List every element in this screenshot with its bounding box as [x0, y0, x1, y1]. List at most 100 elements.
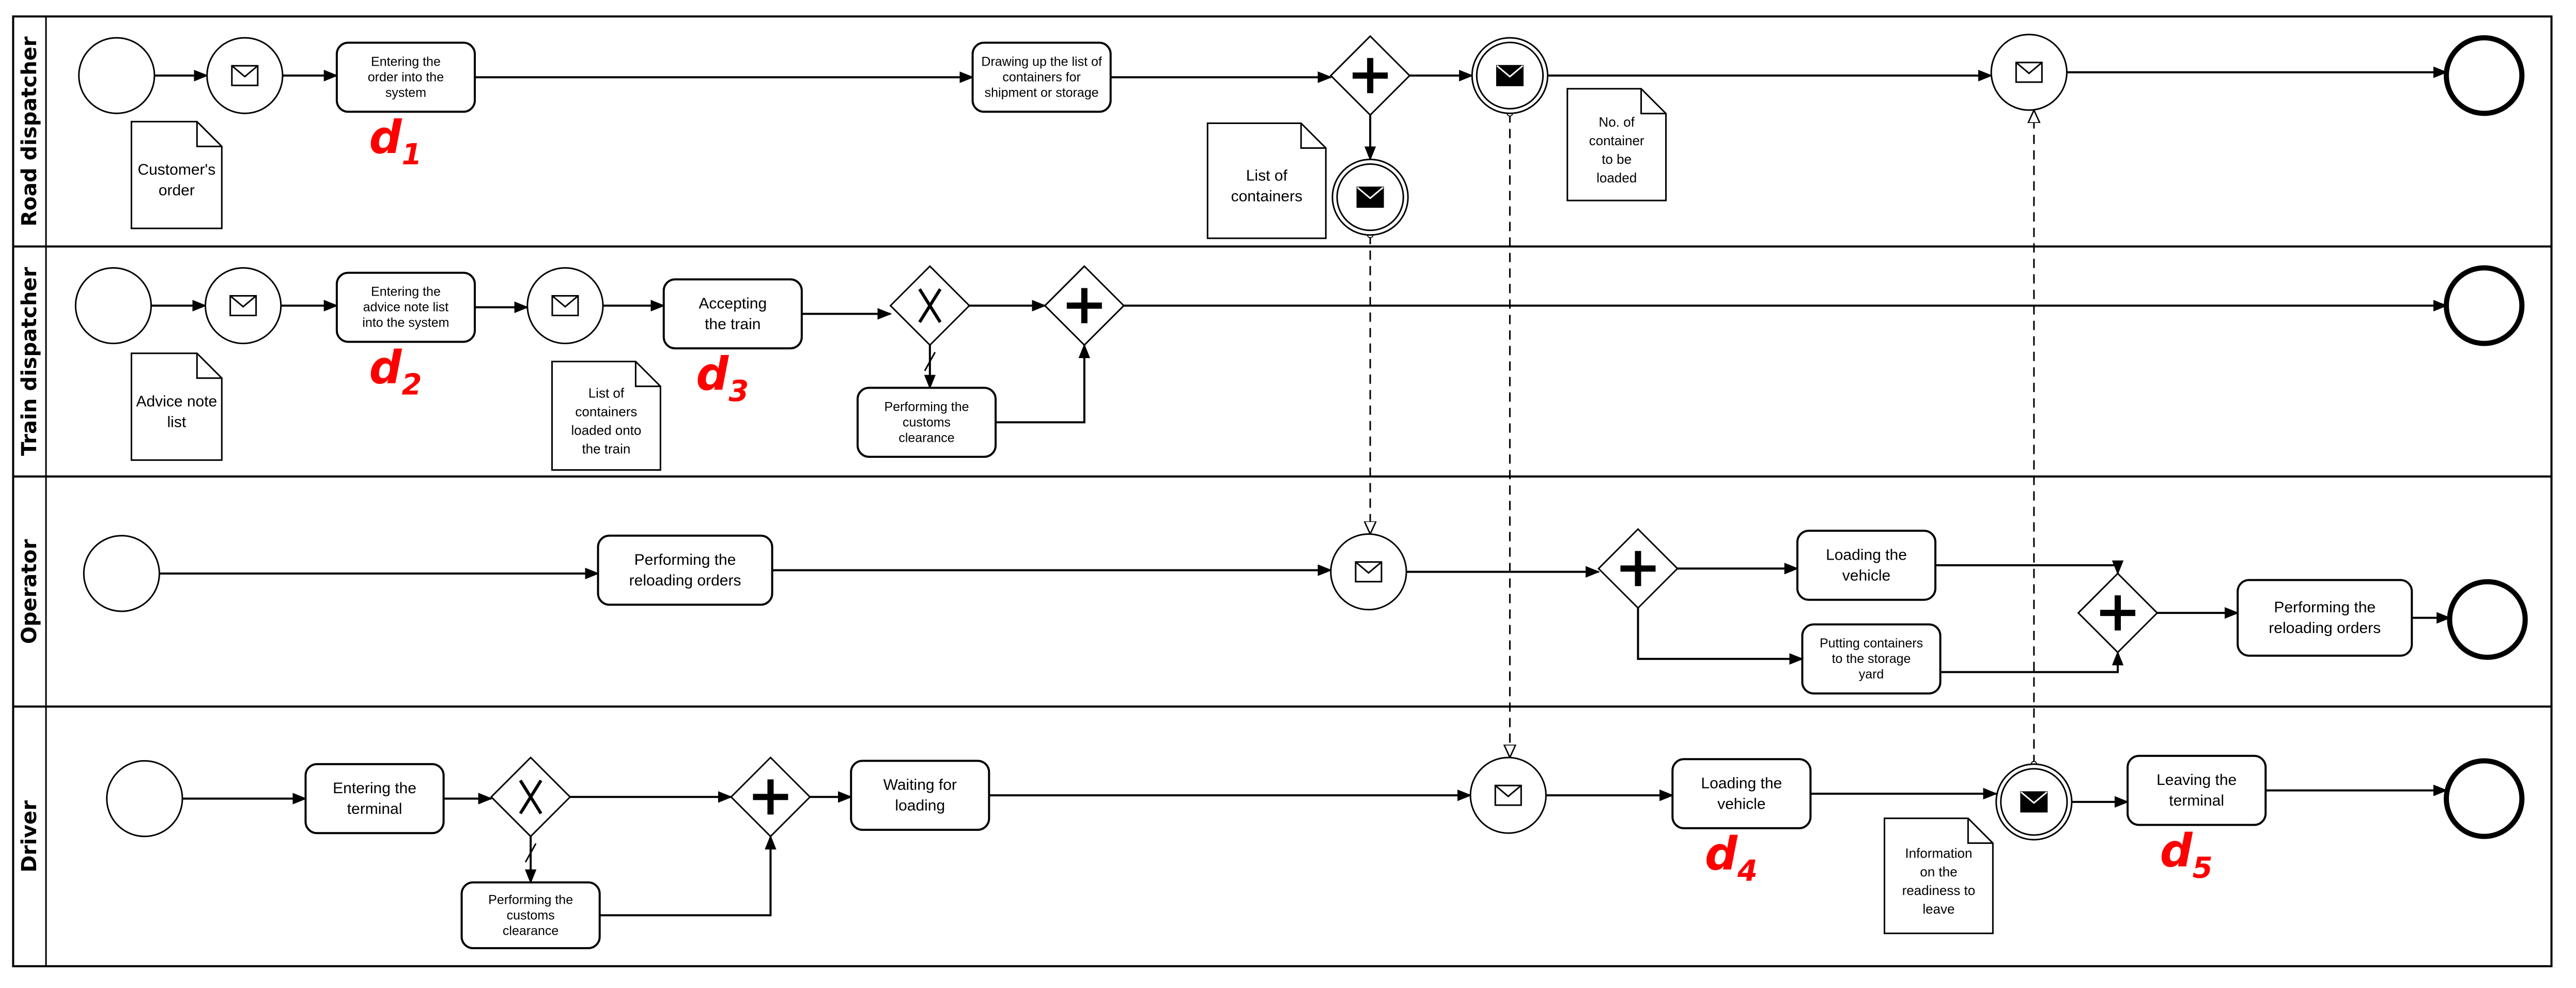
start-event-circle[interactable] — [83, 535, 160, 612]
task-label: clearance — [503, 923, 558, 938]
data-object-label: Advice note — [136, 393, 217, 410]
task-t_t1[interactable]: Entering theadvice note listinto the sys… — [335, 271, 476, 343]
end-event-circle[interactable] — [2444, 35, 2525, 116]
task-label: Accepting — [699, 295, 767, 312]
task-box[interactable] — [2237, 579, 2413, 657]
task-t_o1[interactable]: Performing the reloading orders — [597, 534, 773, 606]
event-e_d_throw1[interactable] — [1995, 763, 2073, 841]
data-object-n_r1[interactable]: Customer's order — [130, 120, 223, 229]
event-e_d_start[interactable] — [106, 760, 183, 838]
task-t_t2[interactable]: Accepting the train — [662, 278, 803, 350]
event-e_r_start[interactable] — [78, 37, 156, 114]
task-label: Waiting for — [883, 777, 957, 794]
event-e_d_end[interactable] — [2444, 758, 2525, 839]
task-t_r1[interactable]: Entering theorder into thesystem — [335, 41, 476, 113]
data-object-n_t2[interactable]: List of containers loaded onto the train — [551, 361, 661, 471]
event-e_r_throw1[interactable] — [1471, 37, 1549, 114]
lane-border — [12, 475, 2553, 708]
task-t_d1[interactable]: Entering the terminal — [304, 763, 445, 835]
task-label: shipment or storage — [985, 85, 1099, 100]
event-e_t_msg1[interactable] — [205, 267, 282, 345]
task-t_o2[interactable]: Loading the vehicle — [1796, 530, 1937, 601]
task-box[interactable] — [1796, 530, 1937, 601]
lane-operator: Operator — [12, 475, 2553, 708]
data-object-n_d1[interactable]: Information on the readiness to leave — [1883, 817, 1994, 934]
data-object-n_t1[interactable]: Advice note list — [130, 352, 223, 461]
task-label: Entering the — [371, 54, 441, 69]
event-e_r_end[interactable] — [2444, 35, 2525, 116]
d-marker-base: d — [369, 341, 402, 394]
data-object-label: to be — [1602, 151, 1632, 167]
plus-icon-h — [1620, 565, 1656, 572]
data-object-label: Customer's — [137, 161, 215, 178]
data-object-n_r3[interactable]: No. of container to be loaded — [1566, 88, 1667, 202]
task-box[interactable] — [662, 278, 803, 350]
task-label: customs — [507, 908, 555, 922]
lane-label: Train dispatcher — [18, 267, 41, 456]
event-e_r_msg1[interactable] — [206, 37, 284, 114]
task-box[interactable] — [850, 760, 990, 831]
task-label: into the system — [362, 316, 449, 330]
task-box[interactable] — [2127, 754, 2267, 826]
task-label: system — [385, 85, 426, 100]
task-t_d2[interactable]: Performing thecustomsclearance — [460, 881, 601, 949]
task-label: terminal — [347, 800, 402, 817]
data-object-label: order — [159, 182, 195, 199]
task-t_t3[interactable]: Performing thecustomsclearance — [856, 387, 997, 458]
task-label: loading — [895, 797, 945, 814]
task-label: Performing the — [2274, 599, 2376, 616]
task-t_o3[interactable]: Putting containersto the storageyard — [1801, 623, 1942, 694]
d-marker-subscript: 1 — [401, 138, 422, 172]
data-object-n_r2[interactable]: List of containers — [1206, 122, 1327, 239]
task-label: Performing the — [488, 892, 573, 907]
task-t_o4[interactable]: Performing the reloading orders — [2237, 579, 2413, 657]
event-e_d_msg1[interactable] — [1469, 757, 1547, 834]
task-t_r2[interactable]: Drawing up the list ofcontainers forship… — [971, 41, 1112, 113]
lane-label: Driver — [18, 800, 41, 873]
start-event-circle[interactable] — [74, 267, 152, 345]
task-label: yard — [1859, 667, 1884, 682]
data-object-label: loaded onto — [571, 423, 641, 438]
end-event-circle[interactable] — [2444, 758, 2525, 839]
task-t_d5[interactable]: Leaving the terminal — [2127, 754, 2267, 826]
task-box[interactable] — [304, 763, 445, 835]
task-box[interactable] — [597, 534, 773, 606]
task-t_d4[interactable]: Loading the vehicle — [1671, 758, 1812, 829]
task-label: reloading orders — [2269, 620, 2381, 637]
task-label: Performing the — [634, 551, 736, 568]
d-marker-subscript: 5 — [2193, 851, 2213, 885]
task-label: reloading orders — [629, 572, 741, 589]
data-object-label: the train — [582, 441, 630, 457]
data-object-label: loaded — [1596, 170, 1637, 186]
end-event-circle[interactable] — [2447, 579, 2528, 660]
task-label: Entering the — [371, 285, 441, 299]
task-label: vehicle — [1842, 567, 1890, 584]
data-object-label: containers — [575, 404, 637, 420]
event-e_r_msg2[interactable] — [1990, 34, 2068, 111]
task-box[interactable] — [1671, 758, 1812, 829]
task-label: customs — [903, 415, 951, 429]
start-event-circle[interactable] — [106, 760, 183, 838]
event-e_o_start[interactable] — [83, 535, 160, 612]
data-object-label: container — [1589, 133, 1644, 148]
end-event-circle[interactable] — [2444, 265, 2525, 346]
event-e_t_end[interactable] — [2444, 265, 2525, 346]
plus-icon-h — [1353, 72, 1388, 79]
task-label: Performing the — [884, 399, 969, 414]
start-event-circle[interactable] — [78, 37, 156, 114]
event-e_o_msg1[interactable] — [1330, 533, 1407, 611]
event-e_o_end[interactable] — [2447, 579, 2528, 660]
task-t_d3[interactable]: Waiting for loading — [850, 760, 990, 831]
task-label: Drawing up the list of — [981, 54, 1102, 69]
d-marker-base: d — [696, 347, 729, 400]
event-e_t_start[interactable] — [74, 267, 152, 345]
lane-label: Operator — [18, 539, 41, 644]
plus-icon-h — [753, 794, 788, 800]
event-e_r_throw2[interactable] — [1331, 158, 1409, 236]
d-marker-subscript: 4 — [1737, 855, 1758, 888]
data-object-label: containers — [1231, 188, 1302, 205]
event-e_t_msg2[interactable] — [526, 267, 604, 345]
task-label: containers for — [1002, 70, 1080, 84]
d-marker-base: d — [2160, 824, 2193, 877]
task-label: terminal — [2169, 792, 2224, 809]
